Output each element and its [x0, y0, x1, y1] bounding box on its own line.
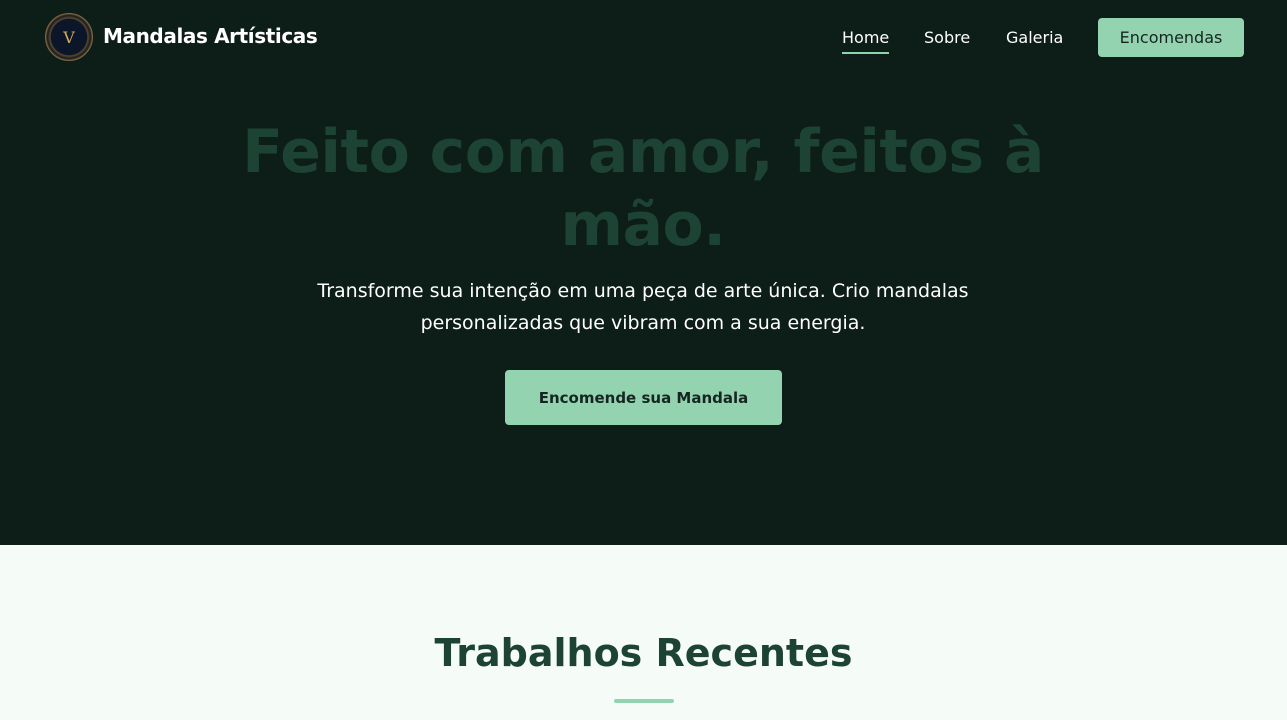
- nav-link-home[interactable]: Home: [842, 28, 889, 47]
- brand-name[interactable]: Mandalas Artísticas: [103, 24, 318, 48]
- encomendas-button[interactable]: Encomendas: [1098, 18, 1244, 57]
- nav-active-indicator: [842, 52, 889, 54]
- nav-link-sobre[interactable]: Sobre: [924, 28, 970, 47]
- nav-link-galeria[interactable]: Galeria: [1006, 28, 1063, 47]
- hero-subtitle: Transforme sua intenção em uma peça de a…: [317, 280, 969, 334]
- order-mandala-button[interactable]: Encomende sua Mandala: [505, 370, 782, 425]
- hero-section: V Mandalas Artísticas Home Sobre Galeria…: [0, 0, 1287, 545]
- title-underline: [614, 699, 674, 703]
- section-title: Trabalhos Recentes: [434, 631, 853, 675]
- hero-title: Feito com amor, feitos à mão.: [242, 117, 1044, 260]
- navbar: V Mandalas Artísticas Home Sobre Galeria…: [0, 0, 1287, 76]
- recent-works-section: Trabalhos Recentes: [0, 545, 1287, 720]
- logo-icon[interactable]: V: [45, 13, 93, 61]
- logo-letter: V: [63, 27, 75, 47]
